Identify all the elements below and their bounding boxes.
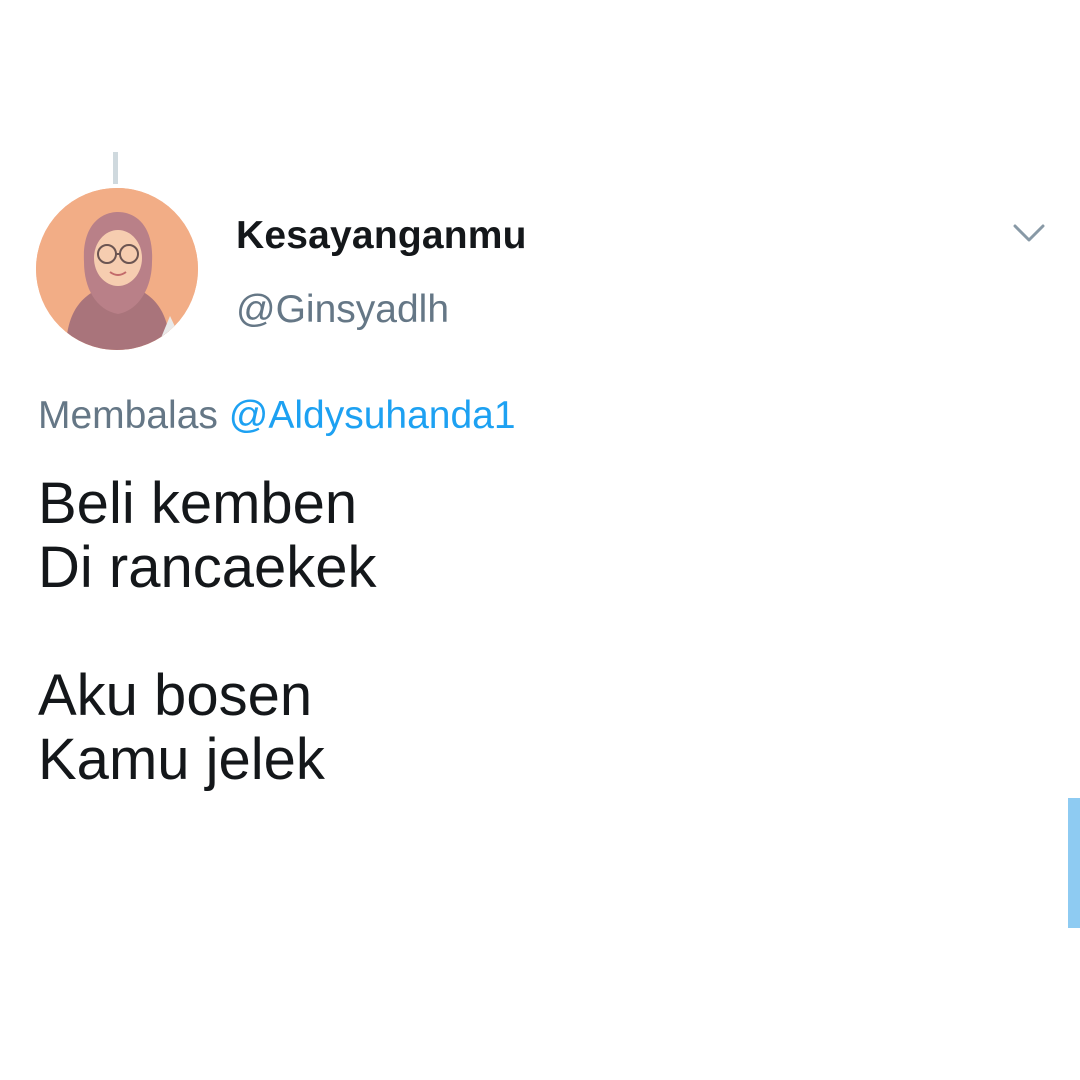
tweet-line: Kamu jelek: [38, 727, 325, 792]
tweet-menu-button[interactable]: [1011, 220, 1047, 246]
scrollbar-thumb[interactable]: [1068, 798, 1080, 928]
user-handle[interactable]: @Ginsyadlh: [236, 288, 449, 332]
avatar[interactable]: [36, 188, 198, 350]
tweet-line: Aku bosen: [38, 663, 313, 728]
tweet-line: [38, 600, 1038, 664]
reply-prefix: Membalas: [38, 394, 218, 437]
tweet-text: Beli kemben Di rancaekek Aku bosen Kamu …: [38, 472, 1038, 792]
display-name[interactable]: Kesayanganmu: [236, 214, 527, 258]
chevron-down-icon: [1013, 224, 1045, 242]
reply-mention-link[interactable]: @Aldysuhanda1: [229, 394, 516, 437]
tweet-line: Di rancaekek: [38, 535, 377, 600]
thread-connector-line: [113, 152, 118, 184]
profile-photo-icon: [36, 188, 198, 350]
tweet-line: Beli kemben: [38, 471, 358, 536]
reply-context: Membalas @Aldysuhanda1: [38, 394, 516, 438]
